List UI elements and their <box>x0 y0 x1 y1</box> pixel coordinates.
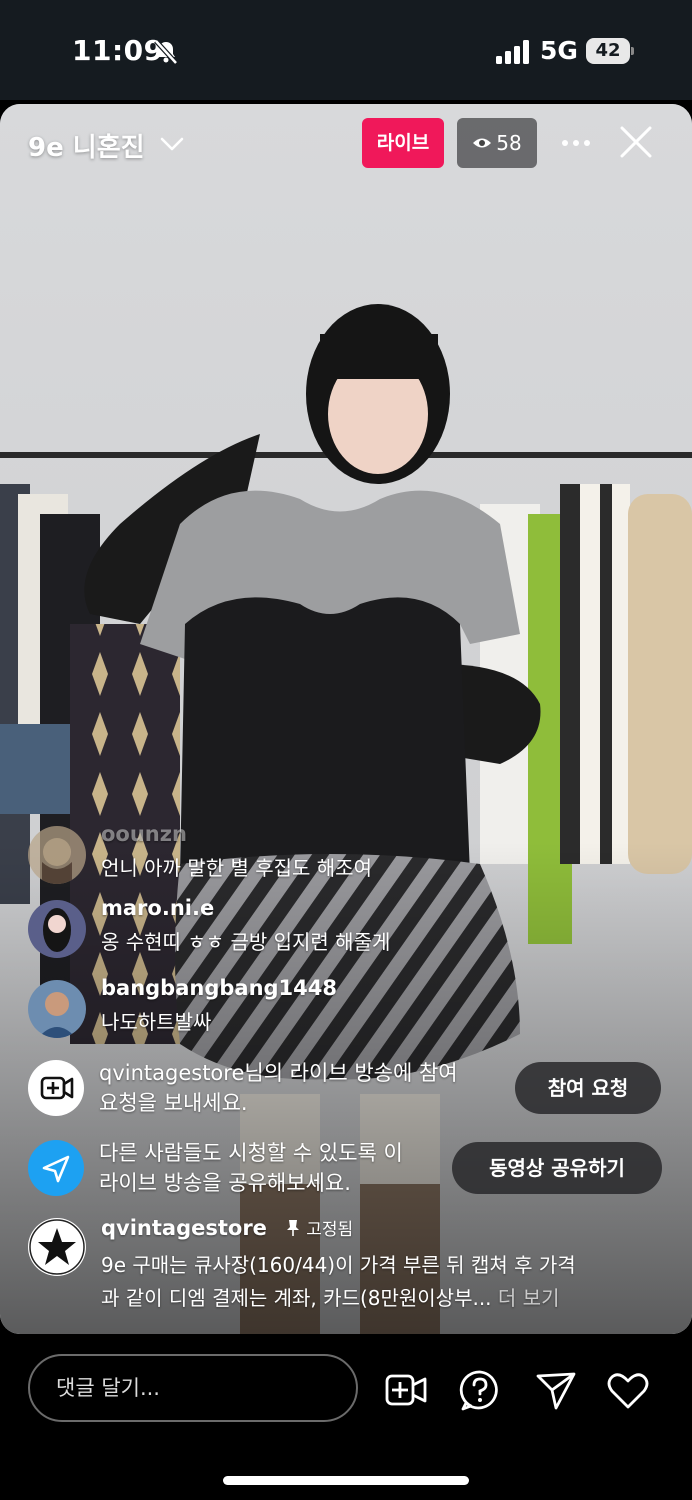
video-add-icon <box>28 1060 84 1116</box>
question-icon[interactable] <box>458 1368 502 1412</box>
comment-text: 옹 수현띠 ㅎㅎ 금방 입지련 해줄게 <box>101 930 391 954</box>
share-video-button[interactable]: 동영상 공유하기 <box>452 1142 662 1194</box>
add-guest-video-icon[interactable] <box>384 1368 428 1412</box>
viewer-count: 58 <box>496 131 522 155</box>
avatar[interactable] <box>28 826 86 884</box>
share-line1: 다른 사람들도 시청할 수 있도록 이 <box>99 1141 403 1165</box>
share-line2: 라이브 방송을 공유해보세요. <box>99 1171 351 1195</box>
eye-icon <box>473 138 492 148</box>
battery-level: 42 <box>586 38 630 64</box>
comment-username[interactable]: bangbangbang1448 <box>101 976 337 1000</box>
avatar-image <box>28 980 86 1038</box>
more-link[interactable]: 더 보기 <box>498 1286 560 1310</box>
join-request-line2: 요청을 보내세요. <box>99 1091 248 1115</box>
live-badge: 라이브 <box>362 118 444 168</box>
pinned-tag-label: 고정됨 <box>306 1220 354 1240</box>
status-time: 11:09 <box>72 34 164 67</box>
paper-plane-icon <box>42 1155 70 1183</box>
live-header: 9e 니혼진 라이브 58 <box>0 104 692 184</box>
send-icon-circle <box>28 1140 84 1196</box>
bottom-bar <box>0 1334 692 1500</box>
comment-username[interactable]: maro.ni.e <box>101 896 214 920</box>
battery-icon: 42 <box>586 38 634 64</box>
close-icon[interactable] <box>618 124 654 160</box>
store-avatar[interactable] <box>28 1218 86 1276</box>
status-bar: 11:09 5G 42 <box>0 0 692 100</box>
join-request-line1: qvintagestore님의 라이브 방송에 참여 <box>99 1061 458 1085</box>
pinned-tag: 고정됨 <box>286 1220 353 1240</box>
avatar[interactable] <box>28 900 86 958</box>
pinned-user-name[interactable]: qvintagestore <box>101 1216 267 1240</box>
comment-text: 나도하트발싸 <box>101 1010 212 1034</box>
home-indicator <box>223 1476 469 1485</box>
avatar[interactable] <box>28 980 86 1038</box>
comment-input[interactable] <box>28 1354 358 1422</box>
pin-icon <box>287 1220 300 1236</box>
chevron-down-icon[interactable] <box>158 130 186 158</box>
share-text: 다른 사람들도 시청할 수 있도록 이 라이브 방송을 공유해보세요. <box>99 1138 403 1198</box>
viewer-count-badge[interactable]: 58 <box>457 118 537 168</box>
pinned-username[interactable]: qvintagestore 고정됨 <box>101 1215 353 1240</box>
signal-icon <box>496 40 529 64</box>
network-label: 5G <box>540 36 578 65</box>
heart-icon[interactable] <box>606 1368 650 1412</box>
send-icon[interactable] <box>534 1368 578 1412</box>
avatar-image <box>28 900 86 958</box>
join-request-button[interactable]: 참여 요청 <box>515 1062 661 1114</box>
avatar-image <box>28 826 86 884</box>
comment-text: 언니 아까 말한 별 후집도 해조여 <box>101 856 372 880</box>
pinned-line2: 과 같이 디엠 결제는 계좌, 카드(8만원이상부... 더 보기 <box>101 1282 661 1315</box>
pinned-text: 9e 구매는 큐사장(160/44)이 가격 부른 뒤 캡쳐 후 가격 과 같이… <box>101 1249 661 1315</box>
more-icon[interactable] <box>560 130 592 156</box>
pinned-line2-text: 과 같이 디엠 결제는 계좌, 카드(8만원이상부... <box>101 1286 492 1310</box>
join-request-text: qvintagestore님의 라이브 방송에 참여 요청을 보내세요. <box>99 1058 458 1118</box>
store-logo-image <box>29 1219 85 1275</box>
pinned-line1: 9e 구매는 큐사장(160/44)이 가격 부른 뒤 캡쳐 후 가격 <box>101 1253 576 1277</box>
battery-tip <box>631 47 634 55</box>
bell-muted-icon <box>154 39 178 65</box>
comment-username[interactable]: oounzn <box>101 822 187 846</box>
host-name[interactable]: 9e 니혼진 <box>28 127 145 164</box>
